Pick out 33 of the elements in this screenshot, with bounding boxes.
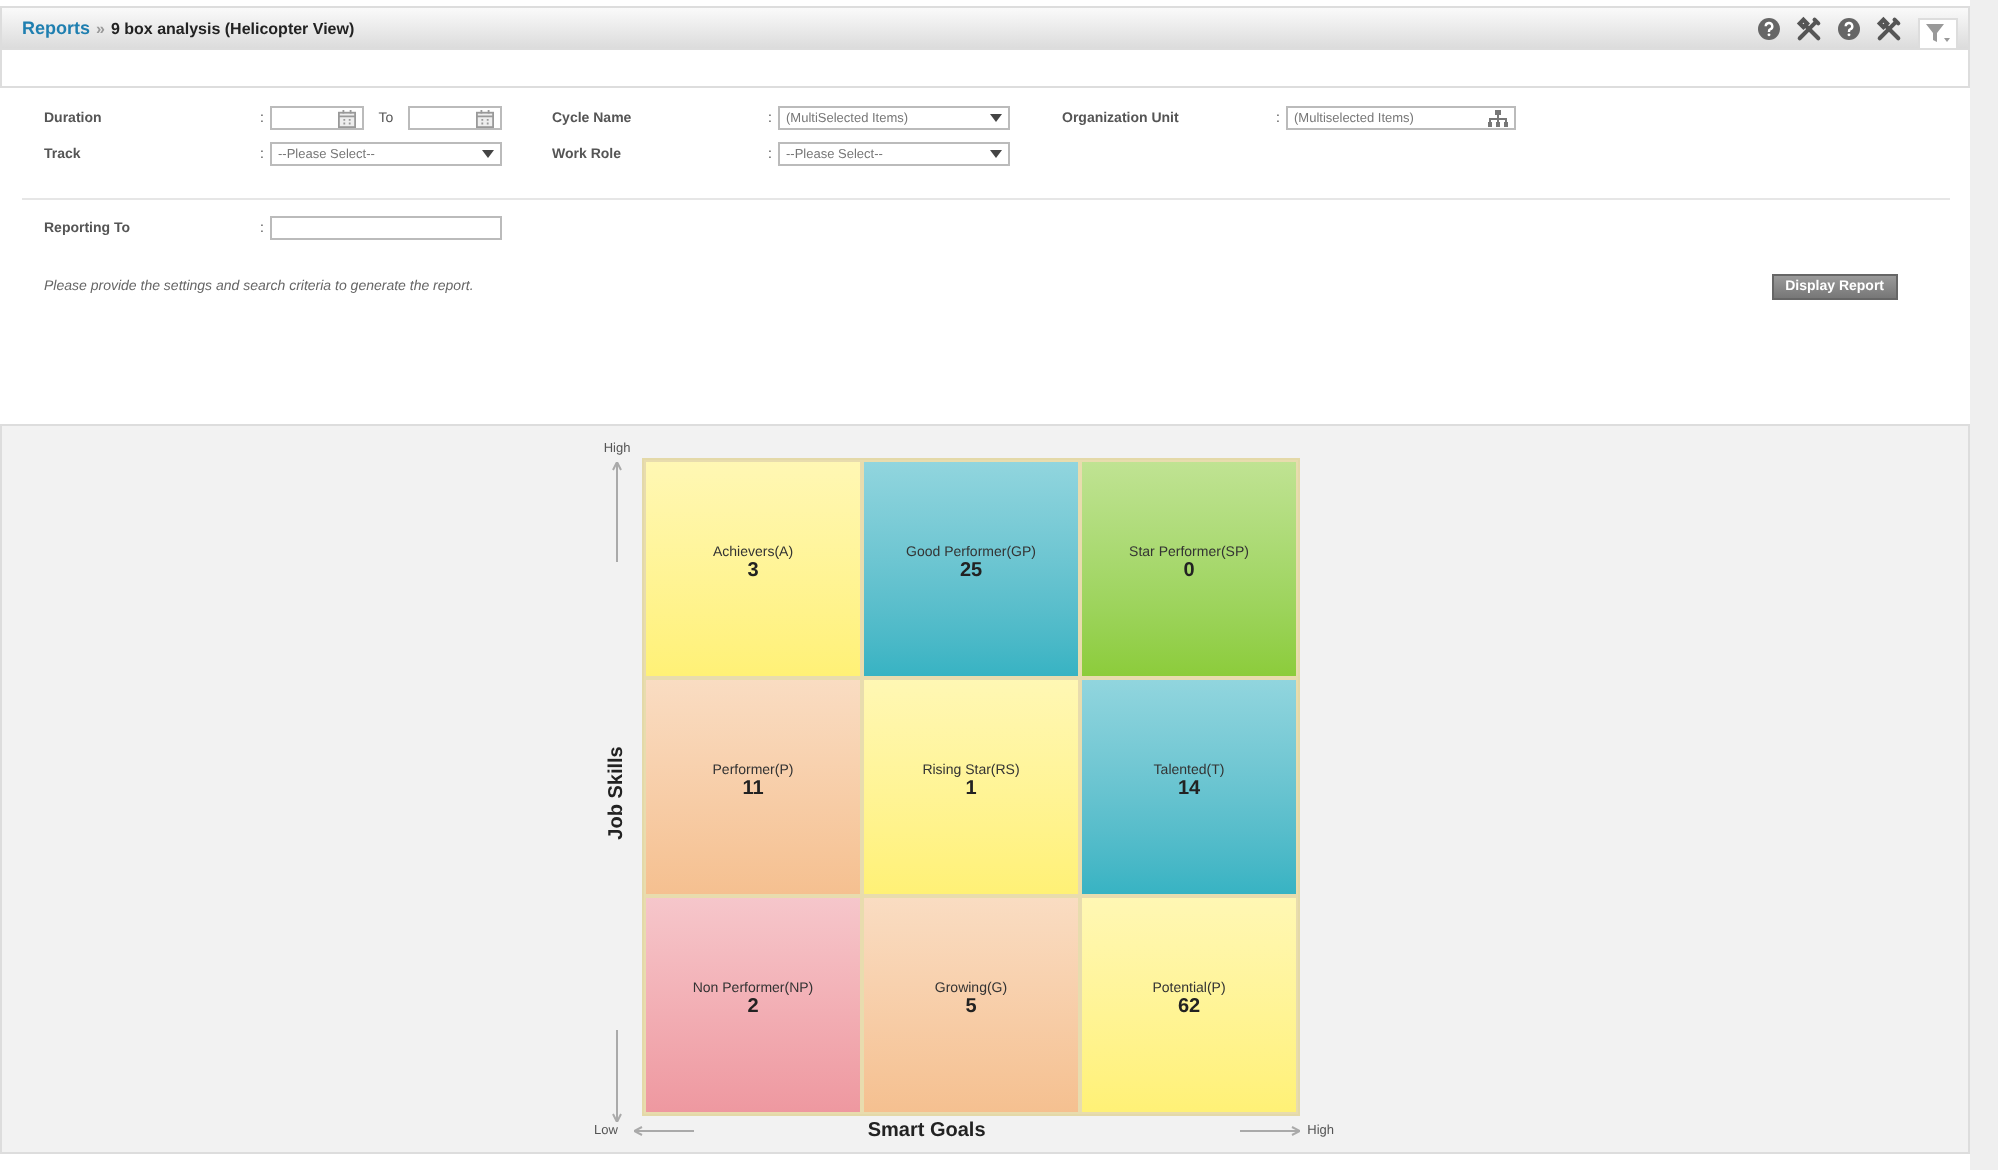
hierarchy-icon: [1488, 109, 1508, 127]
box-count: 11: [742, 778, 764, 800]
box-count: 2: [747, 996, 759, 1018]
reports-link[interactable]: Reports: [22, 18, 91, 38]
calendar-icon: [476, 109, 494, 127]
calendar-icon: [338, 109, 357, 127]
box-count: 5: [965, 996, 977, 1018]
reporting-to-field[interactable]: [270, 216, 502, 240]
box-count: 3: [747, 560, 759, 582]
box-count: 62: [1177, 996, 1201, 1018]
breadcrumb-separator: »: [96, 19, 105, 37]
caret-icon: [482, 150, 494, 158]
axis-title: Job Skills: [606, 746, 628, 840]
right-arrow-icon: [1239, 1125, 1300, 1135]
tools-icon[interactable]: [1876, 15, 1902, 41]
down-arrow-icon: [612, 1030, 622, 1122]
caret-icon: [990, 150, 1002, 158]
date-field[interactable]: [270, 106, 365, 130]
box-count: 0: [1183, 560, 1195, 582]
help-icon[interactable]: [1838, 17, 1860, 39]
date-field[interactable]: [407, 106, 502, 130]
box-count: 25: [959, 560, 983, 582]
axis-title: Smart Goals: [865, 1119, 988, 1141]
left-arrow-icon: [634, 1125, 694, 1135]
up-arrow-icon: [612, 462, 622, 562]
box-count: 14: [1177, 778, 1201, 800]
help-icon[interactable]: [1758, 17, 1780, 39]
page-title: 9 box analysis (Helicopter View): [110, 19, 355, 37]
filter-tab[interactable]: [1918, 18, 1958, 48]
filter-icon: [1926, 24, 1950, 44]
box-count: 1: [965, 778, 977, 800]
caret-icon: [990, 114, 1002, 122]
tools-icon[interactable]: [1796, 15, 1822, 41]
